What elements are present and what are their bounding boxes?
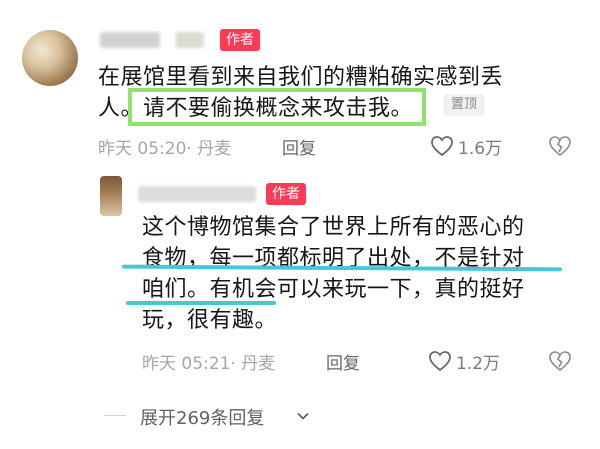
timestamp: 昨天 05:20 — [98, 139, 187, 159]
heart-outline-icon[interactable] — [428, 350, 452, 372]
broken-heart-icon[interactable] — [548, 135, 572, 157]
reply-meta: 昨天 05:21· 丹麦 — [142, 349, 275, 374]
reply-button[interactable]: 回复 — [282, 134, 316, 159]
reply-text: 这个博物馆集合了世界上所有的恶心的 食物，每一项都标明了出处，不是针对 咱们。有… — [142, 212, 562, 336]
author-tag: 作者 — [266, 183, 306, 205]
underline-annotation — [126, 301, 276, 305]
blurred-username-extra — [176, 32, 204, 48]
comment-meta: 昨天 05:20· 丹麦 — [98, 134, 231, 159]
expand-divider — [104, 415, 126, 416]
author-tag: 作者 — [220, 29, 260, 51]
heart-outline-icon[interactable] — [430, 135, 454, 157]
commenter-avatar[interactable] — [22, 30, 78, 86]
reply-avatar[interactable] — [100, 176, 122, 216]
blurred-username[interactable] — [100, 32, 160, 48]
like-count: 1.6万 — [458, 139, 503, 159]
highlight-box-annotation — [128, 88, 426, 126]
expand-replies-button[interactable]: 展开269条回复 — [140, 404, 264, 430]
location: · 丹麦 — [230, 354, 276, 374]
reply-line-1: 这个博物馆集合了世界上所有的恶心的 — [142, 215, 525, 240]
reply-line-4: 玩，很有趣。 — [142, 308, 278, 333]
pinned-tag: 置顶 — [444, 94, 485, 116]
like-count: 1.2万 — [456, 354, 501, 374]
location: · 丹麦 — [186, 139, 232, 159]
reply-button[interactable]: 回复 — [326, 349, 360, 374]
blurred-username[interactable] — [138, 186, 256, 202]
timestamp: 昨天 05:21 — [142, 354, 231, 374]
broken-heart-icon[interactable] — [548, 350, 572, 372]
chevron-down-icon[interactable] — [295, 408, 311, 424]
